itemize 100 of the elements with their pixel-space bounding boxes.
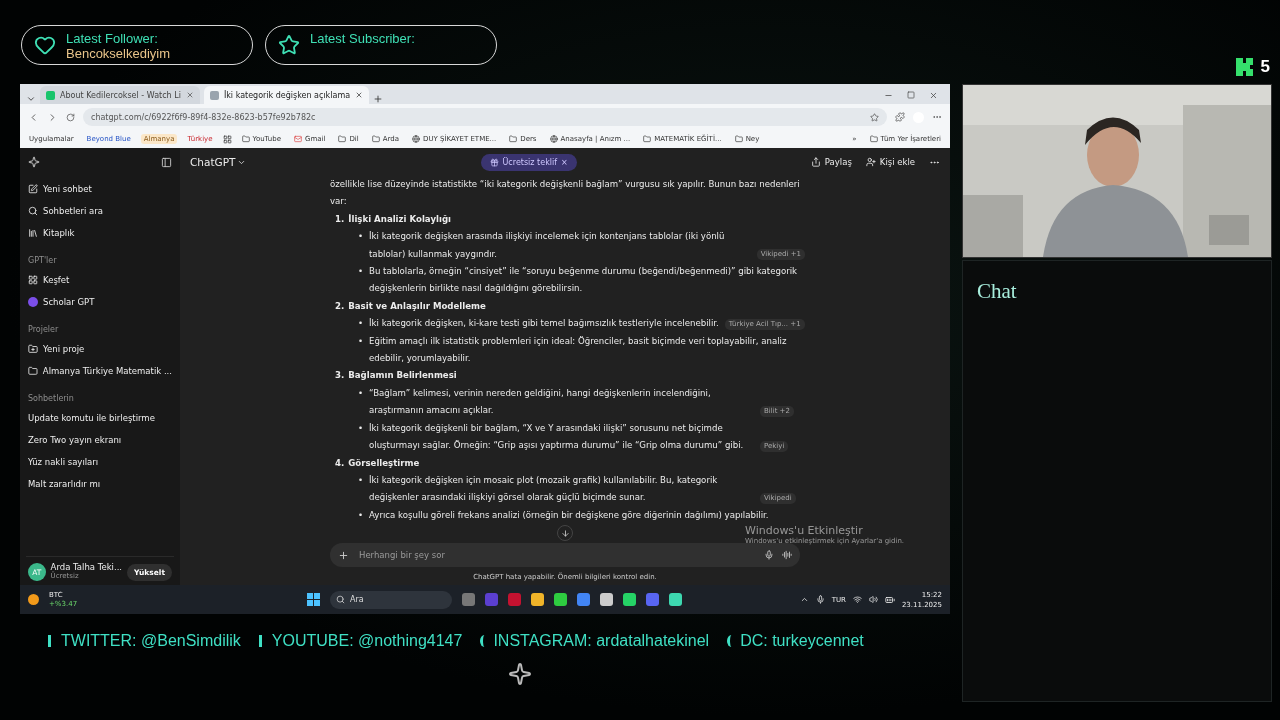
start-icon[interactable] xyxy=(307,593,321,606)
follower-label: Latest Follower: xyxy=(66,31,159,46)
list-number: 2. xyxy=(335,299,345,313)
reload-icon[interactable] xyxy=(66,112,75,122)
mail-icon xyxy=(294,135,302,143)
bullet-text: “Bağlam” kelimesi, verinin nereden geldiğini, hangi değişkenlerin incelendiğini, araştırmanın amacını açıklar. xyxy=(369,386,712,418)
maximize-icon[interactable] xyxy=(907,91,915,99)
logo-icon xyxy=(28,156,40,168)
taskbar-app-icon[interactable] xyxy=(600,593,614,606)
bullet-marker: • xyxy=(358,265,365,279)
scroll-down-button[interactable] xyxy=(557,525,573,541)
bullet-marker: • xyxy=(358,317,365,331)
sidebar-item[interactable]: Kitaplık xyxy=(26,222,174,244)
message-composer[interactable]: Herhangi bir şey sor xyxy=(330,543,800,567)
social-handle: YOUTUBE: @nothing4147 xyxy=(258,632,463,650)
sidebar-item[interactable]: Almanya Türkiye Matematik ... xyxy=(26,360,174,382)
list-number: 4. xyxy=(335,456,345,470)
sidebar-item[interactable]: Yeni proje xyxy=(26,338,174,360)
section-title: Bağlamın Belirlenmesi xyxy=(348,369,457,383)
share-button[interactable]: Paylaş xyxy=(810,157,852,167)
taskbar-app-icon[interactable] xyxy=(669,593,683,606)
section-title: İlişki Analizi Kolaylığı xyxy=(348,212,451,226)
plus-icon[interactable] xyxy=(338,549,349,561)
folder-icon xyxy=(28,366,38,376)
chat-title: Chat xyxy=(977,279,1017,303)
bullet-marker: • xyxy=(358,230,365,244)
list-number: 3. xyxy=(335,369,345,383)
tray-expand-icon[interactable] xyxy=(799,595,809,604)
bullet-text: İki kategorik değişken arasında ilişkiyi incelemek için kontenjans tablolar (iki yönlü tablolar) kullanmak yaygındır. xyxy=(369,230,726,261)
section-heading: Projeler xyxy=(27,324,60,336)
search-icon xyxy=(336,595,346,604)
sidebar-toggle-icon[interactable] xyxy=(161,156,172,168)
search-icon xyxy=(28,206,38,216)
folder-icon xyxy=(509,135,518,143)
sidebar-item[interactable]: Yeni sohbet xyxy=(26,178,174,200)
model-selector[interactable]: ChatGPT xyxy=(190,156,247,168)
new-tab-icon[interactable] xyxy=(373,94,384,104)
folder-icon xyxy=(371,135,380,143)
network-icon[interactable] xyxy=(852,595,862,604)
new-folder-icon xyxy=(28,344,38,354)
share-icon xyxy=(810,157,821,167)
k-logo-icon xyxy=(1234,57,1255,77)
browser-tab[interactable]: About Kedilercoksel - Watch Li xyxy=(40,86,200,104)
section-title: Görselleştirme xyxy=(348,456,420,470)
voice-icon[interactable] xyxy=(782,550,792,560)
volume-icon[interactable] xyxy=(868,595,878,604)
chat-history-item[interactable]: Zero Two yayın ekranı xyxy=(26,429,174,451)
intro-paragraph: özellikle lise düzeyinde istatistikte “iki kategorik değişkenli bağlam” vurgusu sık yapılır. Bunun bazı nedenleri var: xyxy=(330,178,801,209)
social-handle: TWITTER: @BenSimdilik xyxy=(48,632,241,650)
star-icon xyxy=(278,34,300,56)
chat-history-item[interactable]: Yüz nakli sayıları xyxy=(26,451,174,473)
library-icon xyxy=(28,228,38,238)
bullet-text: İki kategorik değişkenli bir bağlam, “X ve Y arasındaki ilişki” sorusunu net biçimde oluşturmayı sağlar. Örneğin: “Grip aşısı yaptırma durumu” ile “Grip olma durumu” gibi. xyxy=(369,421,745,453)
apps-grid-icon[interactable] xyxy=(222,134,232,144)
bullet-text: Ayrıca koşullu göreli frekans analizi (örneğin bir değişkene göre diğerinin dağılımı) yapılabilir. xyxy=(369,508,769,522)
globe-icon xyxy=(549,135,558,143)
add-person-button[interactable]: Kişi ekle xyxy=(865,157,915,167)
folder-icon xyxy=(338,135,347,143)
close-tab-icon[interactable] xyxy=(355,91,364,99)
taskbar-search[interactable]: Ara xyxy=(330,590,453,609)
extensions-icon[interactable] xyxy=(895,112,905,122)
section-title: Basit ve Anlaşılır Modelleme xyxy=(348,299,486,313)
taskbar-app-icon[interactable] xyxy=(623,593,637,606)
globe-icon xyxy=(412,135,420,143)
folder-icon xyxy=(643,135,652,143)
bullet-marker: • xyxy=(358,508,365,522)
browser-tab[interactable]: İki kategorik değişken açıklama xyxy=(203,86,370,104)
tab-list-icon[interactable] xyxy=(26,94,36,104)
list-number: 1. xyxy=(335,212,345,226)
sparkle-icon xyxy=(508,662,532,686)
chat-history-item[interactable]: Update komutu ile birleştirme xyxy=(26,407,174,429)
taskbar-app-icon[interactable] xyxy=(531,593,545,606)
message-input[interactable]: Herhangi bir şey sor xyxy=(357,549,756,561)
add-person-icon xyxy=(865,157,876,167)
close-tab-icon[interactable] xyxy=(185,91,194,99)
user-name: Arda Talha Teki... xyxy=(50,563,123,572)
gift-icon xyxy=(489,157,499,167)
folder-icon xyxy=(869,135,878,143)
microphone-icon[interactable] xyxy=(764,550,774,560)
offer-badge[interactable]: Ücretsiz teklif × xyxy=(480,153,577,171)
sidebar-item[interactable]: Sohbetleri ara xyxy=(26,200,174,222)
favicon xyxy=(46,90,55,100)
section-heading: Sohbetlerin xyxy=(27,393,75,405)
bullet-text: İki kategorik değişken, ki-kare testi gibi temel bağımsızlık testleriyle incelenebilir. xyxy=(369,317,719,331)
taskbar-app-icon[interactable] xyxy=(554,593,568,606)
bullet-marker: • xyxy=(358,386,365,400)
bullet-marker: • xyxy=(358,334,365,348)
sidebar-item[interactable]: Scholar GPT xyxy=(26,291,174,313)
battery-icon[interactable] xyxy=(884,594,895,605)
taskbar-app-icon[interactable] xyxy=(577,593,591,606)
microphone-icon[interactable] xyxy=(815,595,825,604)
bullet-marker: • xyxy=(358,473,365,487)
folder-icon xyxy=(241,135,250,143)
folder-icon xyxy=(734,135,743,143)
new-chat-icon xyxy=(28,184,38,194)
bookmark-star-icon[interactable] xyxy=(870,112,879,122)
sidebar-item[interactable]: Keşfet xyxy=(26,269,174,291)
close-icon[interactable] xyxy=(929,90,938,100)
chat-history-item[interactable]: Malt zararlıdır mı xyxy=(26,473,174,495)
address-bar[interactable]: chatgpt.com/c/6922f6f9-89f4-832e-8623-b57fe92b782c xyxy=(83,108,887,126)
